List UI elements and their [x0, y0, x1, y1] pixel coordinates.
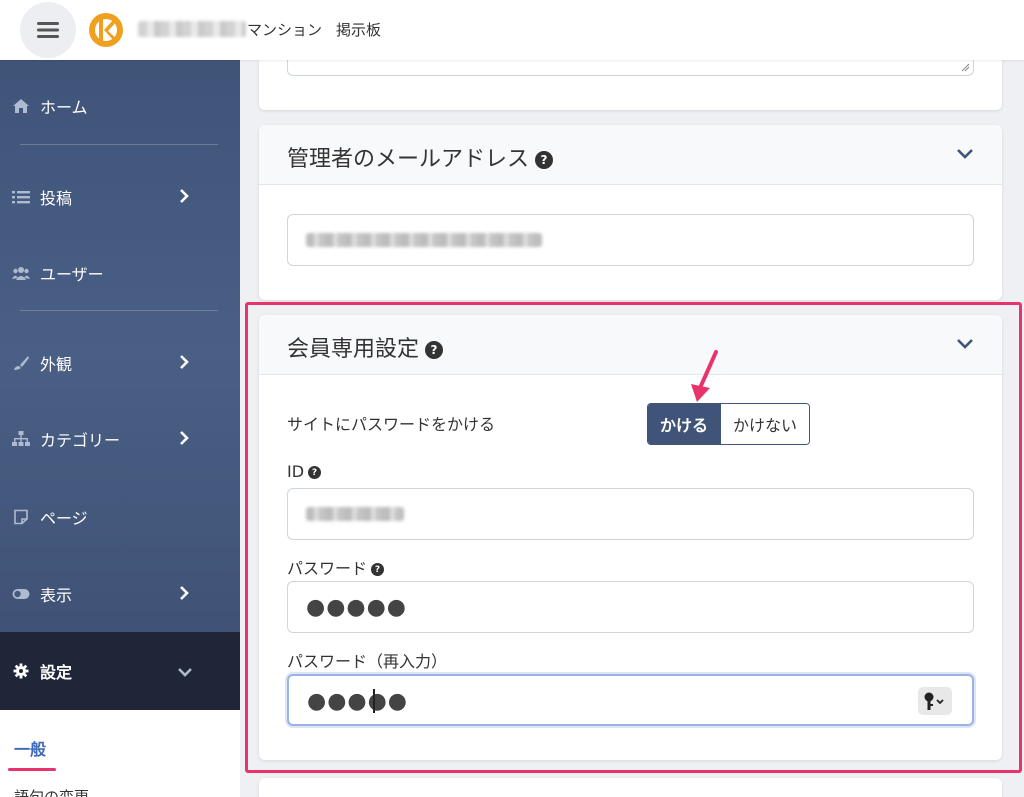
password-protect-label: サイトにパスワードをかける [287, 415, 496, 434]
toggle-off-button[interactable]: かけない [720, 404, 810, 444]
site-logo [89, 13, 123, 47]
admin-email-card: 管理者のメールアドレス? [259, 125, 1002, 300]
active-underline [8, 768, 56, 771]
hamburger-icon [37, 22, 59, 38]
password-confirm-input[interactable]: ●●●●● [287, 674, 974, 726]
sidebar-active-section: 設定 [0, 632, 240, 710]
sidebar-item-posts[interactable]: 投稿 [0, 177, 240, 217]
chevron-right-icon [180, 355, 189, 369]
sidebar-item-label: 表示 [40, 586, 73, 605]
list-icon [10, 188, 32, 206]
help-icon[interactable]: ? [425, 341, 444, 359]
password-value: ●●●●● [306, 595, 407, 620]
id-input[interactable] [287, 488, 974, 540]
member-settings-title: 会員専用設定? [287, 331, 444, 363]
chevron-right-icon [180, 431, 189, 445]
id-label: ID? [287, 462, 322, 481]
sidebar-item-home[interactable]: ホーム [0, 86, 240, 126]
sidebar-item-display[interactable]: 表示 [0, 574, 240, 614]
password-label-text: パスワード [287, 559, 368, 578]
admin-email-input[interactable] [287, 214, 974, 266]
site-name-redacted [138, 21, 246, 37]
key-icon [924, 692, 944, 710]
sidebar-item-label: 設定 [40, 663, 73, 682]
password-input[interactable]: ●●●●● [287, 581, 974, 633]
help-icon[interactable]: ? [308, 466, 322, 479]
resize-handle-icon[interactable] [960, 62, 970, 72]
admin-email-title: 管理者のメールアドレス? [287, 141, 554, 173]
sidebar: ホーム 投稿 ユーザー 外観 カテゴリー ページ 表示 設定 [0, 60, 240, 710]
home-icon [10, 97, 32, 115]
password-confirm-value: ●●●●● [307, 689, 408, 714]
sitemap-icon [10, 430, 32, 448]
member-settings-title-text: 会員専用設定 [287, 337, 420, 362]
page-icon [10, 508, 32, 526]
help-icon[interactable]: ? [535, 151, 554, 169]
gear-icon [10, 662, 32, 680]
email-redacted [306, 233, 542, 247]
brush-icon [10, 354, 32, 372]
sidebar-item-label: ホーム [40, 98, 88, 117]
id-label-text: ID [287, 462, 305, 481]
text-cursor [373, 689, 375, 713]
chevron-down-icon[interactable] [956, 338, 974, 350]
sidebar-item-appearance[interactable]: 外観 [0, 343, 240, 383]
sidebar-item-label: ユーザー [40, 265, 104, 284]
sidebar-item-categories[interactable]: カテゴリー [0, 419, 240, 459]
users-icon [10, 264, 32, 282]
top-header: マンション 掲示板 [0, 0, 1024, 60]
admin-email-header[interactable]: 管理者のメールアドレス? [259, 125, 1002, 185]
submenu-item-general[interactable]: 一般 [14, 736, 46, 760]
hamburger-menu-button[interactable] [20, 2, 76, 58]
submenu-item-terms[interactable]: 語句の変更 [14, 786, 89, 797]
arrow-annotation-icon [691, 350, 718, 402]
help-icon[interactable]: ? [371, 563, 385, 576]
id-redacted [306, 507, 404, 521]
site-section: 掲示板 [336, 21, 382, 39]
chevron-down-icon[interactable] [956, 148, 974, 160]
sidebar-item-label: ページ [40, 509, 88, 528]
next-settings-card [259, 778, 1002, 797]
sidebar-item-label: 投稿 [40, 189, 73, 208]
toggle-icon [10, 585, 32, 603]
password-label: パスワード? [287, 555, 385, 579]
admin-email-title-text: 管理者のメールアドレス [287, 147, 530, 172]
site-title[interactable]: マンション 掲示板 [247, 19, 395, 40]
sidebar-item-label: カテゴリー [40, 431, 121, 450]
sidebar-item-label: 外観 [40, 355, 73, 374]
sidebar-divider [20, 310, 218, 311]
chevron-right-icon [180, 586, 189, 600]
sidebar-item-pages[interactable]: ページ [0, 497, 240, 537]
sidebar-item-settings[interactable]: 設定 [0, 651, 240, 691]
member-settings-card: 会員専用設定? サイトにパスワードをかける かける かけない ID? パスワード… [259, 315, 1002, 760]
password-confirm-label: パスワード（再入力） [287, 652, 448, 671]
site-name-suffix: マンション [247, 21, 323, 39]
sidebar-item-users[interactable]: ユーザー [0, 253, 240, 293]
sidebar-divider [20, 144, 218, 145]
chevron-right-icon [180, 189, 189, 203]
chevron-down-icon [178, 668, 192, 677]
password-protect-toggle: かける かけない [647, 403, 811, 445]
settings-submenu: 一般 語句の変更 [0, 710, 240, 797]
password-manager-button[interactable] [918, 687, 952, 715]
toggle-on-button[interactable]: かける [648, 404, 721, 444]
member-settings-header[interactable]: 会員専用設定? [259, 315, 1002, 375]
